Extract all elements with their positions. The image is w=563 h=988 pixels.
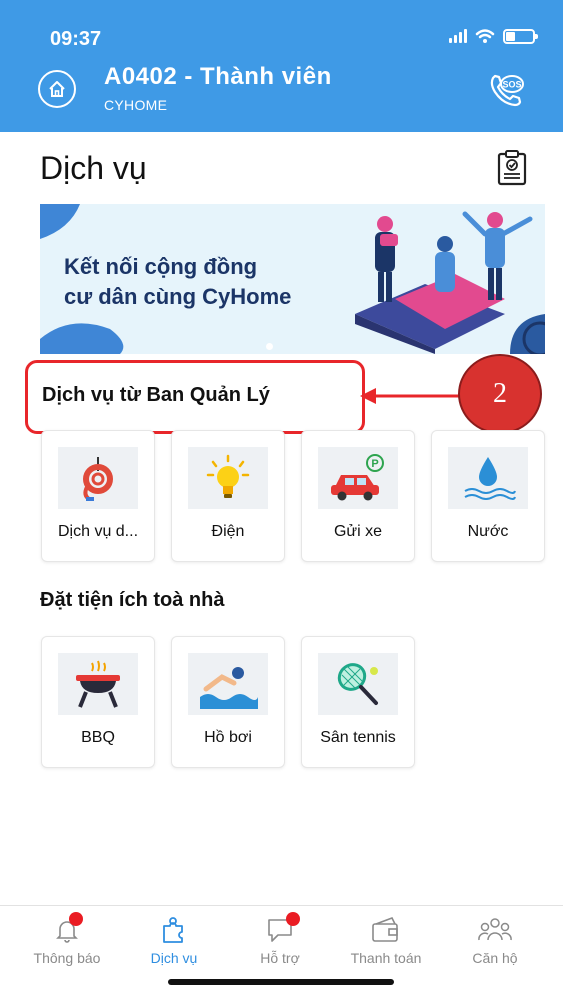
apartment-title[interactable]: A0402 - Thành viên bbox=[104, 63, 332, 91]
promo-banner[interactable]: Kết nối cộng đồng cư dân cùng CyHome bbox=[40, 204, 545, 354]
sos-label: SOS bbox=[502, 80, 521, 90]
svg-text:P: P bbox=[371, 458, 378, 470]
home-icon bbox=[49, 81, 65, 97]
management-services-title: Dịch vụ từ Ban Quản Lý bbox=[42, 384, 270, 406]
swimmer-icon bbox=[200, 667, 258, 709]
signal-icon bbox=[449, 29, 467, 43]
building-name: CYHOME bbox=[104, 97, 168, 113]
banner-page-indicator[interactable] bbox=[266, 343, 273, 350]
tab-dich-vu[interactable]: Dịch vụ bbox=[124, 916, 224, 966]
building-amenities-title: Đặt tiện ích toà nhà bbox=[40, 589, 225, 611]
wallet-icon bbox=[372, 916, 398, 942]
home-indicator[interactable] bbox=[168, 979, 394, 985]
annotation-step-badge: 2 bbox=[458, 354, 542, 434]
amenity-tile-bbq[interactable]: BBQ bbox=[41, 636, 155, 768]
hose-icon bbox=[83, 457, 113, 501]
sos-phone-button[interactable]: SOS bbox=[485, 68, 527, 110]
tab-thong-bao[interactable]: Thông báo bbox=[17, 912, 117, 966]
clipboard-check-icon[interactable] bbox=[497, 150, 527, 186]
puzzle-icon bbox=[163, 917, 183, 943]
banner-line-2: cư dân cùng CyHome bbox=[64, 284, 292, 309]
home-button[interactable] bbox=[38, 70, 76, 108]
service-tile-gui-xe[interactable]: P Gửi xe bbox=[301, 430, 415, 562]
status-time: 09:37 bbox=[50, 28, 102, 50]
tile-label: Nước bbox=[467, 523, 509, 540]
tile-label: Điện bbox=[211, 523, 245, 540]
tab-label: Hỗ trợ bbox=[260, 950, 300, 966]
tile-image bbox=[58, 653, 138, 715]
service-tile-nuoc[interactable]: Nước bbox=[431, 430, 545, 562]
amenity-tile-san-tennis[interactable]: Sân tennis bbox=[301, 636, 415, 768]
annotation-arrow-icon bbox=[360, 388, 468, 404]
people-icon bbox=[478, 918, 512, 941]
tile-image: P bbox=[318, 447, 398, 509]
tab-label: Dịch vụ bbox=[150, 950, 198, 966]
tile-image bbox=[188, 447, 268, 509]
tab-label: Thanh toán bbox=[350, 950, 422, 966]
car-parking-icon: P bbox=[331, 454, 384, 501]
tennis-racket-icon bbox=[337, 663, 378, 705]
wifi-icon bbox=[475, 29, 495, 43]
banner-line-1: Kết nối cộng đồng bbox=[64, 254, 258, 279]
service-tile-dich-vu[interactable]: Dịch vụ d... bbox=[41, 430, 155, 562]
page-title: Dịch vụ bbox=[40, 150, 147, 186]
battery-icon bbox=[503, 28, 538, 44]
tile-label: BBQ bbox=[81, 729, 115, 746]
tab-label: Thông báo bbox=[33, 950, 101, 966]
tab-thanh-toan[interactable]: Thanh toán bbox=[336, 916, 436, 966]
tile-image bbox=[448, 447, 528, 509]
bottom-tab-bar: Thông báo Dịch vụ Hỗ trợ Thanh toán Căn … bbox=[0, 905, 563, 988]
community-illustration bbox=[355, 211, 533, 354]
tile-image bbox=[58, 447, 138, 509]
tile-label: Sân tennis bbox=[320, 729, 396, 746]
app-header: 09:37 A0402 - Thành viên CYHOME SOS bbox=[0, 0, 563, 132]
tile-label: Dịch vụ d... bbox=[57, 523, 139, 540]
banner-text: Kết nối cộng đồng cư dân cùng CyHome bbox=[64, 252, 291, 312]
tile-label: Hồ bơi bbox=[204, 729, 252, 746]
tab-label: Căn hộ bbox=[472, 950, 518, 966]
water-drop-icon bbox=[464, 457, 516, 500]
notification-badge bbox=[69, 912, 83, 926]
service-tile-dien[interactable]: Điện bbox=[171, 430, 285, 562]
tile-image bbox=[188, 653, 268, 715]
status-icons bbox=[449, 28, 538, 44]
tile-label: Gửi xe bbox=[333, 523, 383, 540]
bbq-grill-icon bbox=[76, 660, 120, 708]
lightbulb-icon bbox=[206, 454, 250, 498]
tile-image bbox=[318, 653, 398, 715]
amenity-tile-ho-boi[interactable]: Hồ bơi bbox=[171, 636, 285, 768]
tab-can-ho[interactable]: Căn hộ bbox=[445, 916, 545, 966]
support-badge bbox=[286, 912, 300, 926]
tab-ho-tro[interactable]: Hỗ trợ bbox=[230, 912, 330, 966]
